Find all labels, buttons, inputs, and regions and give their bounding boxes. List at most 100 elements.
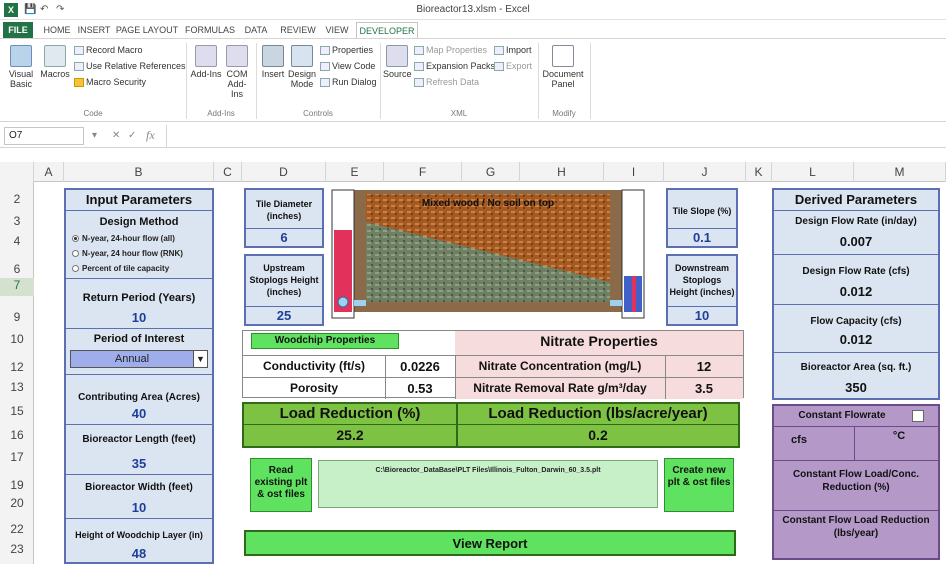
tab-formulas[interactable]: FORMULAS [184, 22, 236, 38]
com-add-ins-button[interactable]: COM Add-Ins [222, 45, 252, 99]
name-box[interactable]: O7 [4, 127, 84, 145]
row-header[interactable]: 6 [0, 262, 34, 276]
cancel-icon[interactable]: ✕ [112, 130, 120, 141]
insert-control-button[interactable]: Insert [259, 45, 287, 79]
chevron-down-icon[interactable]: ▾ [92, 130, 97, 141]
conductivity-label: Conductivity (ft/s) [263, 359, 365, 373]
row-header[interactable]: 22 [0, 522, 34, 536]
row-header[interactable]: 16 [0, 428, 34, 442]
period-of-interest-select[interactable]: Annual ▼ [70, 350, 208, 368]
formula-input[interactable] [172, 128, 932, 144]
tab-view[interactable]: VIEW [320, 22, 354, 38]
divider [246, 228, 322, 229]
xml-source-button[interactable]: Source [383, 45, 412, 79]
visual-basic-button[interactable]: Visual Basic [4, 45, 38, 89]
row-header[interactable]: 2 [0, 192, 34, 206]
tab-file[interactable]: FILE [3, 22, 33, 38]
design-method-label: Design Method [99, 216, 179, 228]
tab-page-layout[interactable]: PAGE LAYOUT [114, 22, 180, 38]
function-icon[interactable]: fx [146, 128, 155, 143]
column-header[interactable]: H [520, 162, 604, 182]
return-period-value[interactable]: 10 [66, 310, 212, 325]
column-header[interactable]: G [462, 162, 520, 182]
import-button[interactable]: Import [494, 45, 532, 56]
run-dialog-button[interactable]: Run Dialog [320, 77, 377, 88]
row-header[interactable]: 9 [0, 310, 34, 324]
column-header[interactable]: J [664, 162, 746, 182]
column-header[interactable]: B [64, 162, 214, 182]
load-reduction-lbs-label: Load Reduction (lbs/acre/year) [488, 405, 708, 422]
tab-home[interactable]: HOME [40, 22, 74, 38]
divider [66, 328, 212, 329]
tile-diameter-value[interactable]: 6 [246, 230, 322, 245]
formula-bar: O7 ▾ ✕ ✓ fx [0, 124, 946, 148]
downstream-stoplogs-value[interactable]: 10 [668, 308, 736, 323]
select-all-corner[interactable] [0, 162, 34, 182]
radio-n-year-rnk[interactable]: N-year, 24 hour flow (RNK) [72, 249, 183, 258]
record-macro-button[interactable]: Record Macro [74, 45, 143, 56]
woodchip-properties-button[interactable]: Woodchip Properties [251, 333, 399, 349]
map-properties-button[interactable]: Map Properties [414, 45, 487, 56]
bioreactor-length-value[interactable]: 35 [66, 456, 212, 471]
nitrate-concentration-value[interactable]: 12 [665, 359, 743, 374]
column-header[interactable]: K [746, 162, 772, 182]
column-header[interactable]: E [326, 162, 384, 182]
column-header[interactable]: M [854, 162, 946, 182]
row-header[interactable]: 19 [0, 478, 34, 492]
row-header[interactable]: 4 [0, 234, 34, 248]
contributing-area-value[interactable]: 40 [66, 406, 212, 421]
row-header[interactable]: 17 [0, 450, 34, 464]
woodchip-height-value[interactable]: 48 [66, 546, 212, 561]
relative-refs-button[interactable]: Use Relative References [74, 61, 186, 72]
row-header[interactable]: 3 [0, 214, 34, 228]
column-header[interactable]: F [384, 162, 462, 182]
radio-percent-tile[interactable]: Percent of tile capacity [72, 264, 169, 273]
macros-button[interactable]: Macros [40, 45, 70, 79]
properties-table: Woodchip Properties Nitrate Properties C… [242, 330, 744, 399]
tab-insert[interactable]: INSERT [76, 22, 112, 38]
tab-data[interactable]: DATA [238, 22, 274, 38]
tab-developer[interactable]: DEVELOPER [356, 22, 418, 38]
upstream-stoplogs-value[interactable]: 25 [246, 308, 322, 323]
column-header[interactable]: A [34, 162, 64, 182]
column-header[interactable]: L [772, 162, 854, 182]
constant-flowrate-checkbox[interactable] [912, 410, 924, 422]
constant-cfs-label: cfs [791, 434, 807, 446]
row-header[interactable]: 15 [0, 404, 34, 418]
row-header[interactable]: 13 [0, 380, 34, 394]
refresh-data-button[interactable]: Refresh Data [414, 77, 479, 88]
add-ins-button[interactable]: Add-Ins [190, 45, 222, 79]
read-files-button[interactable]: Read existing plt & ost files [250, 458, 312, 512]
plt-file-path[interactable]: C:\Bioreactor_DataBase\PLT Files\Illinoi… [318, 460, 658, 508]
column-header[interactable]: D [242, 162, 326, 182]
row-header[interactable]: 23 [0, 542, 34, 556]
divider [774, 254, 938, 255]
column-header[interactable]: I [604, 162, 664, 182]
document-panel-button[interactable]: Document Panel [541, 45, 585, 89]
create-files-button[interactable]: Create new plt & ost files [664, 458, 734, 512]
design-mode-button[interactable]: Design Mode [287, 45, 317, 89]
macro-security-button[interactable]: Macro Security [74, 77, 146, 88]
row-header-selected[interactable]: 7 [0, 278, 34, 296]
export-button[interactable]: Export [494, 61, 532, 72]
nitrate-removal-rate-value[interactable]: 3.5 [665, 381, 743, 396]
group-modify-label: Modify [552, 109, 576, 118]
conductivity-value[interactable]: 0.0226 [385, 359, 455, 374]
column-header[interactable]: C [214, 162, 242, 182]
row-header[interactable]: 20 [0, 496, 34, 510]
tile-slope-value[interactable]: 0.1 [668, 230, 736, 245]
row-header[interactable]: 12 [0, 360, 34, 374]
view-code-button[interactable]: View Code [320, 61, 375, 72]
bioreactor-width-value[interactable]: 10 [66, 500, 212, 515]
group-code-label: Code [83, 109, 103, 118]
tab-review[interactable]: REVIEW [276, 22, 320, 38]
expansion-packs-button[interactable]: Expansion Packs [414, 61, 495, 72]
chevron-down-icon[interactable]: ▼ [193, 351, 207, 367]
column-headers: A B C D E F G H I J K L M [0, 162, 946, 182]
radio-n-year-all[interactable]: N-year, 24-hour flow (all) [72, 234, 175, 243]
enter-icon[interactable]: ✓ [128, 130, 136, 141]
properties-button[interactable]: Properties [320, 45, 373, 56]
view-report-button[interactable]: View Report [244, 530, 736, 556]
porosity-value[interactable]: 0.53 [385, 381, 455, 396]
row-header[interactable]: 10 [0, 332, 34, 346]
